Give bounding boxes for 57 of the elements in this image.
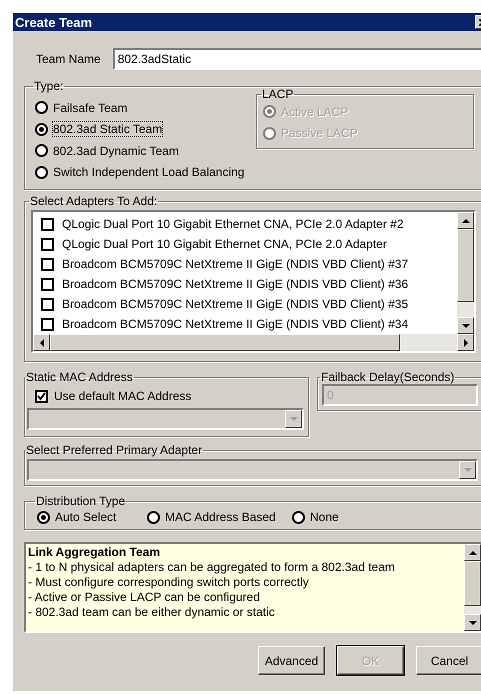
list-item[interactable]: Broadcom BCM5709C NetXtreme II GigE (NDIS VBD Client) #35 <box>62 297 408 311</box>
group-label: Static MAC Address <box>25 370 134 384</box>
group-label: Select Preferred Primary Adapter <box>25 443 204 457</box>
scroll-up-button[interactable] <box>464 544 481 561</box>
checkbox-label: Use default MAC Address <box>54 389 192 403</box>
group-label: Type: <box>33 79 64 93</box>
info-text: - Active or Passive LACP can be configured <box>28 590 261 605</box>
vertical-scrollbar[interactable] <box>457 212 474 334</box>
list-item[interactable]: Broadcom BCM5709C NetXtreme II GigE (NDIS VBD Client) #36 <box>62 277 408 291</box>
dialog-button[interactable]: Advanced <box>258 646 325 675</box>
list-item[interactable]: QLogic Dual Port 10 Gigabit Ethernet CNA, PCIe 2.0 Adapter #2 <box>62 217 404 231</box>
group-label: Failback Delay(Seconds) <box>320 370 456 384</box>
scroll-down-button[interactable] <box>457 317 474 334</box>
list-item[interactable]: Broadcom BCM5709C NetXtreme II GigE (NDIS VBD Client) #37 <box>62 257 408 271</box>
checkbox[interactable] <box>41 298 54 310</box>
radio-label: Switch Independent Load Balancing <box>53 165 244 180</box>
team-name-field[interactable]: 802.3adStatic <box>112 48 481 70</box>
radio-label: None <box>310 510 339 524</box>
radio-button[interactable] <box>35 122 48 136</box>
checkbox[interactable] <box>41 258 54 270</box>
scroll-down-button[interactable] <box>464 614 481 631</box>
radio-button[interactable] <box>292 510 305 524</box>
info-text: - 802.3ad team can be either dynamic or static <box>28 605 276 620</box>
radio-button[interactable] <box>35 144 48 158</box>
dialog-button[interactable]: Cancel <box>416 646 481 675</box>
list-item[interactable]: QLogic Dual Port 10 Gigabit Ethernet CNA, PCIe 2.0 Adapter <box>62 237 387 251</box>
scroll-thumb[interactable] <box>50 334 400 351</box>
scroll-up-button[interactable] <box>457 212 474 229</box>
scroll-left-button[interactable] <box>33 334 50 351</box>
info-text: - Must configure corresponding switch ports correctly <box>28 575 310 590</box>
horizontal-scrollbar[interactable] <box>33 334 474 351</box>
group-label: Distribution Type <box>35 494 126 508</box>
scroll-thumb[interactable] <box>457 229 474 302</box>
scroll-thumb[interactable] <box>464 561 481 606</box>
radio-label: Failsafe Team <box>53 100 128 115</box>
group-label: LACP <box>261 87 294 101</box>
checkbox[interactable] <box>41 238 54 250</box>
radio-button[interactable] <box>37 510 50 524</box>
window-title: Create Team <box>15 14 92 30</box>
checkbox[interactable] <box>35 390 48 402</box>
radio-label: 802.3ad Dynamic Team <box>53 144 179 158</box>
checkbox[interactable] <box>41 278 54 290</box>
list-item[interactable]: Broadcom BCM5709C NetXtreme II GigE (NDIS VBD Client) #34 <box>62 317 408 331</box>
radio-button[interactable] <box>35 166 48 179</box>
radio-label: Auto Select <box>55 510 116 524</box>
checkbox[interactable] <box>41 318 54 330</box>
radio-label: 802.3ad Static Team <box>53 122 162 136</box>
radio-button[interactable] <box>147 510 160 524</box>
vertical-scrollbar[interactable] <box>464 544 481 631</box>
group-label: Select Adapters To Add: <box>29 194 158 208</box>
field-label: Team Name <box>36 52 101 66</box>
radio-label: MAC Address Based <box>165 510 276 524</box>
scroll-right-button[interactable] <box>457 334 474 351</box>
info-text: - 1 to N physical adapters can be aggregated to form a 802.3ad team <box>28 560 396 575</box>
radio-button[interactable] <box>35 101 48 114</box>
info-title: Link Aggregation Team <box>28 545 162 560</box>
checkbox[interactable] <box>41 218 54 230</box>
